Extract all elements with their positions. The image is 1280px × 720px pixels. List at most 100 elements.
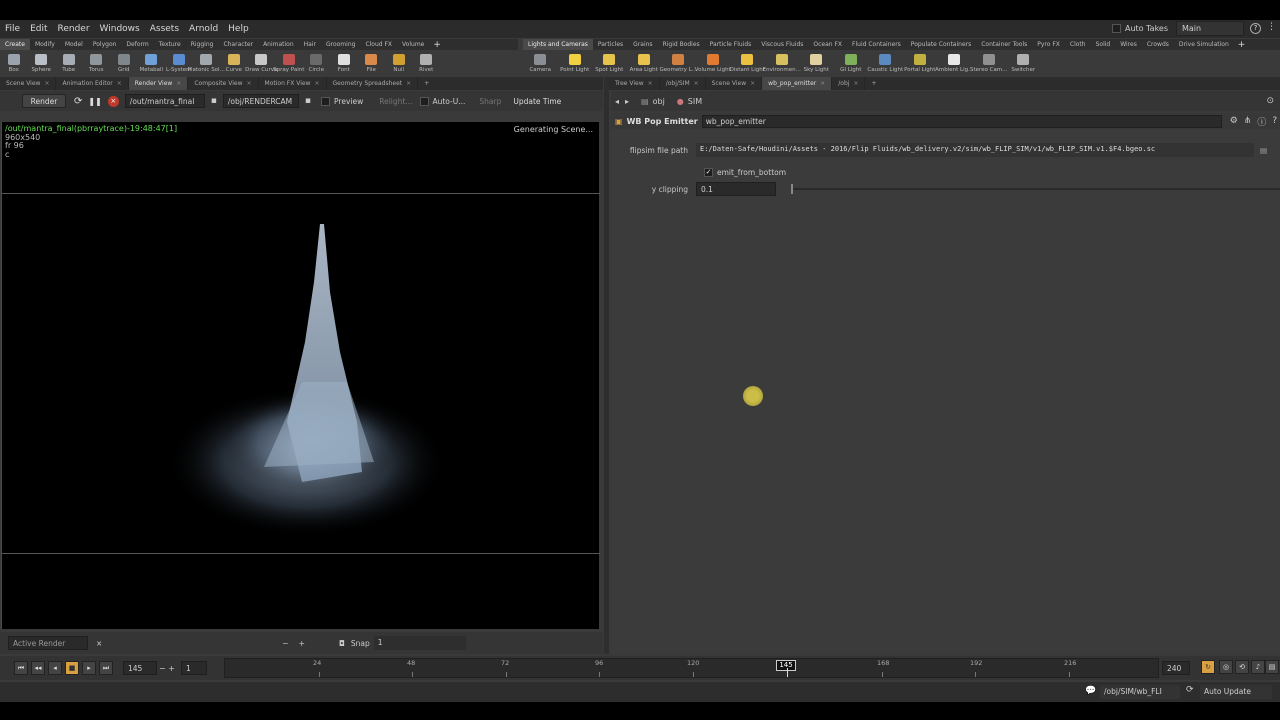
shelf-tool[interactable]: Sphere [28,50,56,75]
pane-tab[interactable]: /obj × [832,77,866,90]
global-anim-icon[interactable]: ▤ [1265,660,1279,674]
shelf-tab[interactable]: Grooming [321,39,360,50]
close-tab-icon[interactable]: × [117,80,122,87]
menu-help[interactable]: Help [223,24,254,34]
param-help-icon[interactable]: ? [1272,116,1277,126]
preview-checkbox[interactable] [321,96,331,106]
message-icon[interactable]: 💬 [1085,686,1096,696]
pause-icon[interactable]: ❚❚ [88,97,101,106]
shelf-tab[interactable]: Lights and Cameras [523,39,593,50]
zoom-out-icon[interactable]: − [282,639,288,648]
shelf-tab[interactable]: Volume [397,39,429,50]
pane-tab[interactable]: wb_pop_emitter × [762,77,833,90]
shelf-tab[interactable]: Populate Containers [906,39,976,50]
shelf-tool[interactable]: Torus [83,50,111,75]
loop-icon[interactable]: ⟲ [1235,660,1249,674]
shelf-tool[interactable]: Area Light [627,50,662,75]
zoom-in-icon[interactable]: + [299,639,305,648]
shelf-tab[interactable]: Cloth [1065,39,1091,50]
camera-icon[interactable]: ▪ [211,96,217,106]
menu-more-icon[interactable]: ⋮ [1266,23,1277,34]
shelf-tab[interactable]: Polygon [88,39,122,50]
auto-update-checkbox[interactable] [420,96,430,106]
shelf-tab[interactable]: Viscous Fluids [756,39,808,50]
go-to-end-icon[interactable]: ⏭ [99,661,113,675]
back-icon[interactable]: ◂ [615,97,619,106]
node-name-field[interactable]: wb_pop_emitter [701,114,1222,128]
shelf-tool[interactable]: Null [385,50,413,75]
close-tab-icon[interactable]: × [44,80,49,87]
shelf-tab[interactable]: Character [218,39,258,50]
shelf-tab[interactable]: Container Tools [976,39,1032,50]
current-frame-field[interactable]: 145 [123,661,157,675]
close-tab-icon[interactable]: × [750,80,755,87]
desktop-select[interactable]: Main [1176,21,1244,36]
forward-icon[interactable]: ▸ [625,97,629,106]
shelf-tool[interactable]: Environmen... [763,50,801,75]
shelf-tool[interactable]: Portal Light [903,50,938,75]
add-pane-tab-icon[interactable]: + [418,77,435,90]
rop-path-field[interactable]: /out/mantra_final [124,94,205,108]
shelf-tool[interactable]: GI Light [834,50,869,75]
close-tab-icon[interactable]: × [648,80,653,87]
snap-value[interactable]: 1 [373,636,466,650]
close-tab-icon[interactable]: × [247,80,252,87]
pane-tab[interactable]: Composite View × [188,77,259,90]
refresh-icon[interactable]: ⟳ [74,96,82,107]
shelf-tool[interactable]: Rivet [413,50,441,75]
shelf-tab[interactable]: Cloud FX [360,39,397,50]
path-obj[interactable]: obj [653,97,665,106]
close-tab-icon[interactable]: × [315,80,320,87]
info-icon[interactable]: ⓘ [1257,115,1266,128]
current-frame-marker[interactable]: 145 [776,660,796,671]
gear-icon[interactable]: ⚙ [1230,116,1238,126]
shelf-tool[interactable]: Grid [110,50,138,75]
shelf-tool[interactable]: Stereo Cam... [970,50,1008,75]
menu-arnold[interactable]: Arnold [184,24,223,34]
close-tab-icon[interactable]: × [694,80,699,87]
shelf-tool[interactable]: Draw Curve [245,50,277,75]
add-shelf-tab-icon[interactable]: + [429,40,445,50]
keyframe-icon[interactable]: ◎ [1219,660,1233,674]
menu-edit[interactable]: Edit [25,24,52,34]
shelf-tab[interactable]: Crowds [1142,39,1174,50]
close-tab-icon[interactable]: × [853,80,858,87]
shelf-tab[interactable]: Animation [258,39,299,50]
menu-assets[interactable]: Assets [145,24,184,34]
add-shelf-tab-icon[interactable]: + [1234,40,1250,50]
pane-tab[interactable]: Tree View × [609,77,660,90]
shelf-tool[interactable]: Sky Light [799,50,834,75]
shelf-tool[interactable]: Font [330,50,358,75]
shelf-tool[interactable]: Spot Light [592,50,627,75]
shelf-tool[interactable]: Tube [55,50,83,75]
shelf-tab[interactable]: Grains [628,39,657,50]
help-icon[interactable]: ? [1250,23,1261,34]
pin-icon[interactable]: ▪ [305,96,311,106]
shelf-tool[interactable]: Point Light [558,50,593,75]
shelf-tool[interactable]: Volume Light [695,50,731,75]
shelf-tool[interactable]: Distant Light [730,50,765,75]
active-render-select[interactable]: Active Render [8,636,88,650]
status-path-field[interactable]: /obj/SIM/wb_FLI [1100,685,1180,699]
shelf-tool[interactable]: Spray Paint [273,50,304,75]
add-pane-tab-icon[interactable]: + [865,77,882,90]
close-tab-icon[interactable]: × [820,80,825,87]
shelf-tab[interactable]: Drive Simulation [1174,39,1234,50]
shelf-tab[interactable]: Particles [593,39,628,50]
shelf-tab[interactable]: Rigid Bodies [658,39,705,50]
auto-takes[interactable]: Auto Takes [1112,24,1168,33]
shelf-tab[interactable]: Texture [154,39,186,50]
pane-divider[interactable] [604,77,609,654]
shelf-tab[interactable]: Rigging [186,39,219,50]
shelf-tab[interactable]: Pyro FX [1032,39,1065,50]
pane-tab[interactable]: Render View × [128,77,189,90]
shelf-tab[interactable]: Deform [121,39,153,50]
shelf-tool[interactable]: Metaball [138,50,166,75]
shelf-tool[interactable]: Camera [523,50,558,75]
render-button[interactable]: Render [22,94,66,108]
timeline-ruler[interactable]: 24 48 72 96 120 145 168 192 216 [224,658,1159,678]
stop-render-icon[interactable]: × [107,95,119,107]
hierarchy-icon[interactable]: ⋔ [1244,116,1252,126]
play-reverse-icon[interactable]: ◂ [48,661,62,675]
start-frame-field[interactable]: 1 [180,661,207,675]
